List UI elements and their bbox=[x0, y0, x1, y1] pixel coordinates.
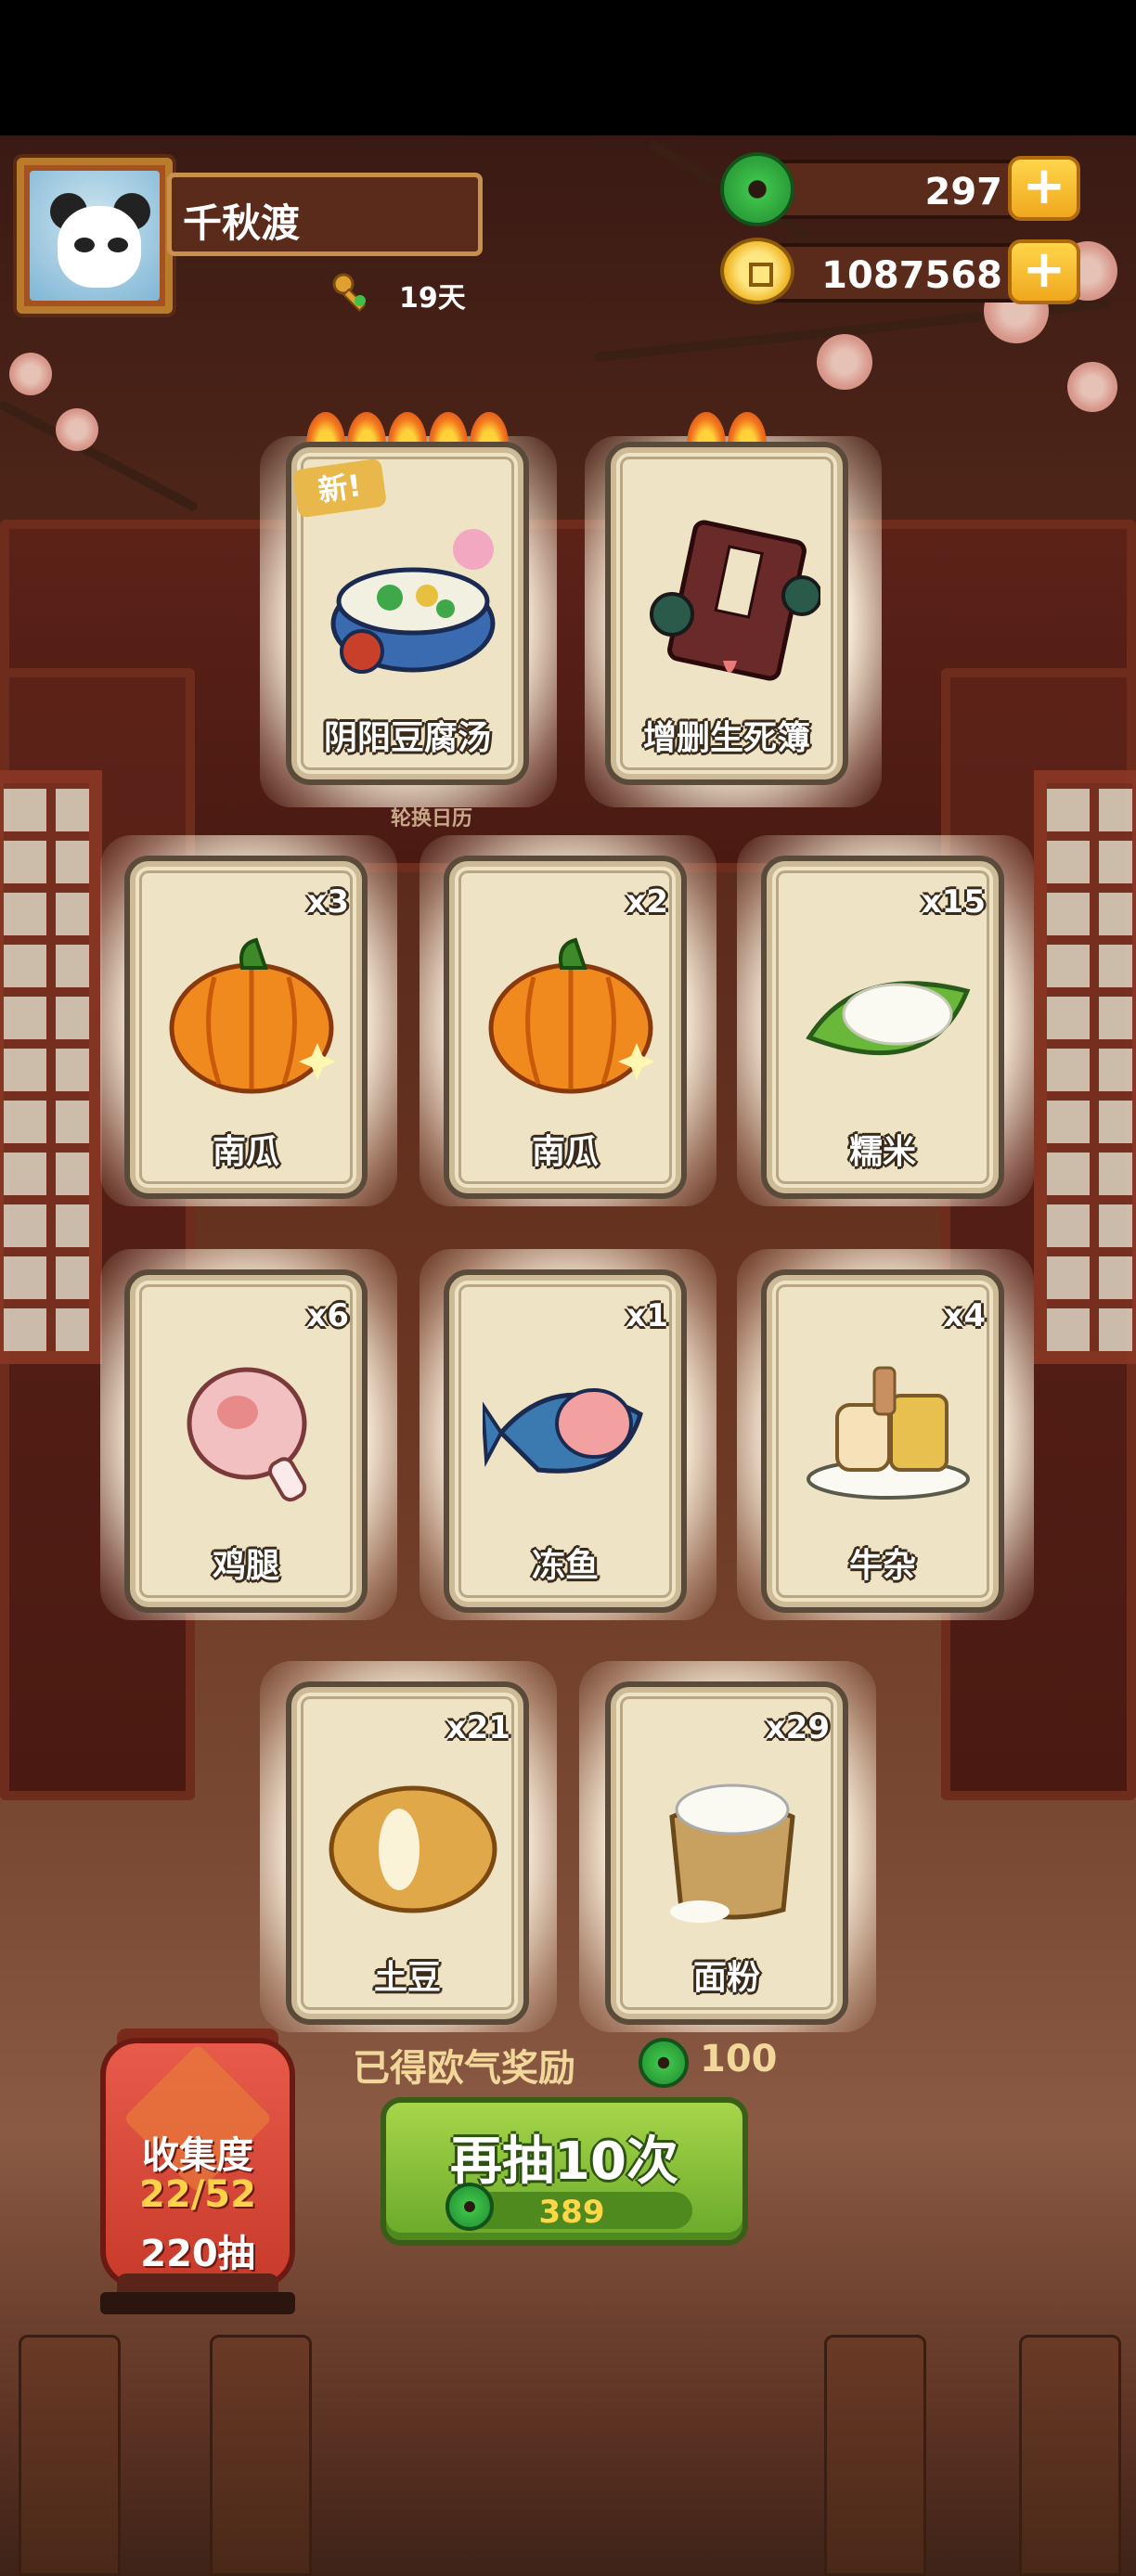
card-label: 增删生死簿 bbox=[642, 719, 810, 757]
card-item[interactable]: x6 鸡腿 bbox=[124, 1269, 368, 1613]
card-label: 面粉 bbox=[692, 1959, 760, 1997]
left-door-lattice bbox=[0, 770, 102, 1364]
flour-icon bbox=[669, 1784, 795, 1923]
player-name[interactable]: 千秋渡 bbox=[167, 173, 483, 256]
card-label: 糯米 bbox=[848, 1133, 916, 1171]
panda-face bbox=[58, 206, 141, 288]
collection-title: 收集度 bbox=[142, 2134, 253, 2177]
drumstick-icon bbox=[187, 1367, 307, 1502]
right-door-lattice bbox=[1034, 770, 1136, 1364]
card-featured-2[interactable]: 增删生死簿 bbox=[605, 442, 848, 785]
card-item[interactable]: x3 南瓜 bbox=[124, 856, 368, 1199]
calendar-caption: 轮换日历 bbox=[390, 807, 472, 831]
card-label: 南瓜 bbox=[531, 1133, 599, 1171]
jade-icon bbox=[720, 152, 794, 226]
beef-offal-icon bbox=[807, 1366, 970, 1500]
key-icon bbox=[332, 273, 367, 313]
card-count: x2 bbox=[626, 883, 668, 921]
jade-icon bbox=[639, 2038, 689, 2088]
card-label: 牛杂 bbox=[848, 1547, 916, 1585]
panda-eye bbox=[74, 238, 95, 252]
floor-post bbox=[824, 2335, 926, 2576]
card-count: x1 bbox=[626, 1297, 668, 1334]
card-label: 阴阳豆腐汤 bbox=[323, 719, 491, 757]
login-days: 19天 bbox=[399, 282, 466, 315]
blossom-decoration bbox=[817, 334, 872, 390]
add-jade-button[interactable]: + bbox=[1008, 156, 1080, 221]
card-label: 南瓜 bbox=[212, 1133, 279, 1171]
draw-button-label: 再抽10次 bbox=[450, 2132, 678, 2192]
card-count: x21 bbox=[445, 1709, 510, 1746]
blossom-decoration bbox=[9, 353, 52, 395]
panda-eye bbox=[108, 238, 128, 252]
card-count: x4 bbox=[943, 1297, 986, 1334]
floor-post bbox=[19, 2335, 121, 2576]
blossom-decoration bbox=[56, 408, 98, 451]
card-item[interactable]: x21 土豆 bbox=[286, 1681, 529, 2025]
rice-icon bbox=[806, 981, 971, 1056]
coin-icon bbox=[720, 238, 794, 304]
floor-post bbox=[1019, 2335, 1121, 2576]
card-label: 鸡腿 bbox=[212, 1547, 279, 1585]
collection-progress: 22/52 bbox=[139, 2173, 256, 2216]
jade-icon bbox=[445, 2183, 494, 2231]
tofu-soup-icon bbox=[330, 529, 496, 674]
blossom-decoration bbox=[1067, 362, 1117, 412]
reward-value: 100 bbox=[700, 2038, 778, 2080]
card-count: x29 bbox=[765, 1709, 830, 1746]
floor-post bbox=[210, 2335, 312, 2576]
panda-avatar-icon bbox=[30, 171, 160, 301]
fish-icon bbox=[483, 1388, 643, 1474]
card-item[interactable]: x2 南瓜 bbox=[444, 856, 687, 1199]
card-item[interactable]: x15 糯米 bbox=[761, 856, 1004, 1199]
card-item[interactable]: x4 牛杂 bbox=[761, 1269, 1004, 1613]
potato-icon bbox=[329, 1785, 497, 1913]
collection-draws: 220抽 bbox=[140, 2233, 255, 2275]
card-label: 土豆 bbox=[373, 1959, 441, 1997]
card-label: 冻鱼 bbox=[531, 1547, 599, 1585]
pumpkin-icon bbox=[169, 937, 336, 1094]
card-item[interactable]: x1 冻鱼 bbox=[444, 1269, 687, 1613]
add-coin-button[interactable]: + bbox=[1008, 239, 1080, 304]
branch-decoration bbox=[0, 399, 200, 513]
lantern-stand bbox=[100, 2292, 295, 2314]
pumpkin-icon bbox=[488, 937, 655, 1094]
avatar[interactable] bbox=[17, 158, 173, 314]
draw-again-button[interactable]: 再抽10次 389 bbox=[381, 2097, 748, 2246]
card-count: x15 bbox=[921, 883, 986, 921]
book-icon bbox=[650, 520, 820, 681]
card-count: x6 bbox=[306, 1297, 349, 1334]
card-count: x3 bbox=[306, 883, 349, 921]
game-screen: 千秋渡 19天 297 + 1087568 + 阴阳豆腐汤 新! 增删生死簿 轮… bbox=[0, 0, 1136, 2576]
reward-text: 已得欧气奖励 bbox=[353, 2047, 575, 2090]
card-item[interactable]: x29 面粉 bbox=[605, 1681, 848, 2025]
